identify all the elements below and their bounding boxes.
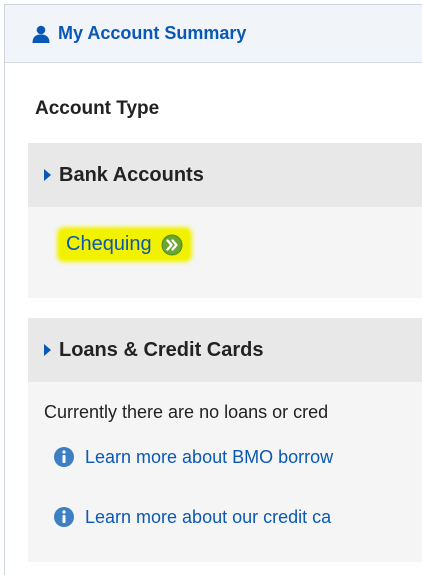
account-summary-panel: My Account Summary Account Type Bank Acc…	[4, 4, 422, 575]
user-icon	[32, 25, 50, 43]
loans-credit-title: Loans & Credit Cards	[59, 338, 264, 361]
chequing-account-row[interactable]: Chequing	[60, 230, 189, 259]
info-icon	[54, 447, 74, 467]
loans-credit-section: Loans & Credit Cards Currently there are…	[28, 318, 422, 562]
bank-accounts-section: Bank Accounts Chequing	[28, 143, 422, 298]
learn-more-borrowing-row[interactable]: Learn more about BMO borrow	[53, 446, 333, 468]
info-icon	[54, 507, 74, 527]
learn-more-credit-cards-row[interactable]: Learn more about our credit ca	[53, 506, 331, 528]
bank-accounts-header[interactable]: Bank Accounts	[28, 143, 422, 207]
go-arrow-icon[interactable]	[161, 234, 183, 256]
expand-arrow-icon	[44, 169, 51, 181]
expand-arrow-icon	[44, 344, 51, 356]
bank-accounts-title: Bank Accounts	[59, 163, 204, 186]
learn-more-credit-cards-link[interactable]: Learn more about our credit ca	[85, 507, 331, 528]
chequing-link[interactable]: Chequing	[66, 233, 152, 256]
no-loans-message: Currently there are no loans or cred	[44, 402, 329, 422]
learn-more-borrowing-link[interactable]: Learn more about BMO borrow	[85, 447, 333, 468]
loans-credit-header[interactable]: Loans & Credit Cards	[28, 318, 422, 382]
panel-header: My Account Summary	[5, 5, 422, 63]
account-type-label: Account Type	[35, 98, 160, 119]
panel-title[interactable]: My Account Summary	[58, 23, 246, 44]
